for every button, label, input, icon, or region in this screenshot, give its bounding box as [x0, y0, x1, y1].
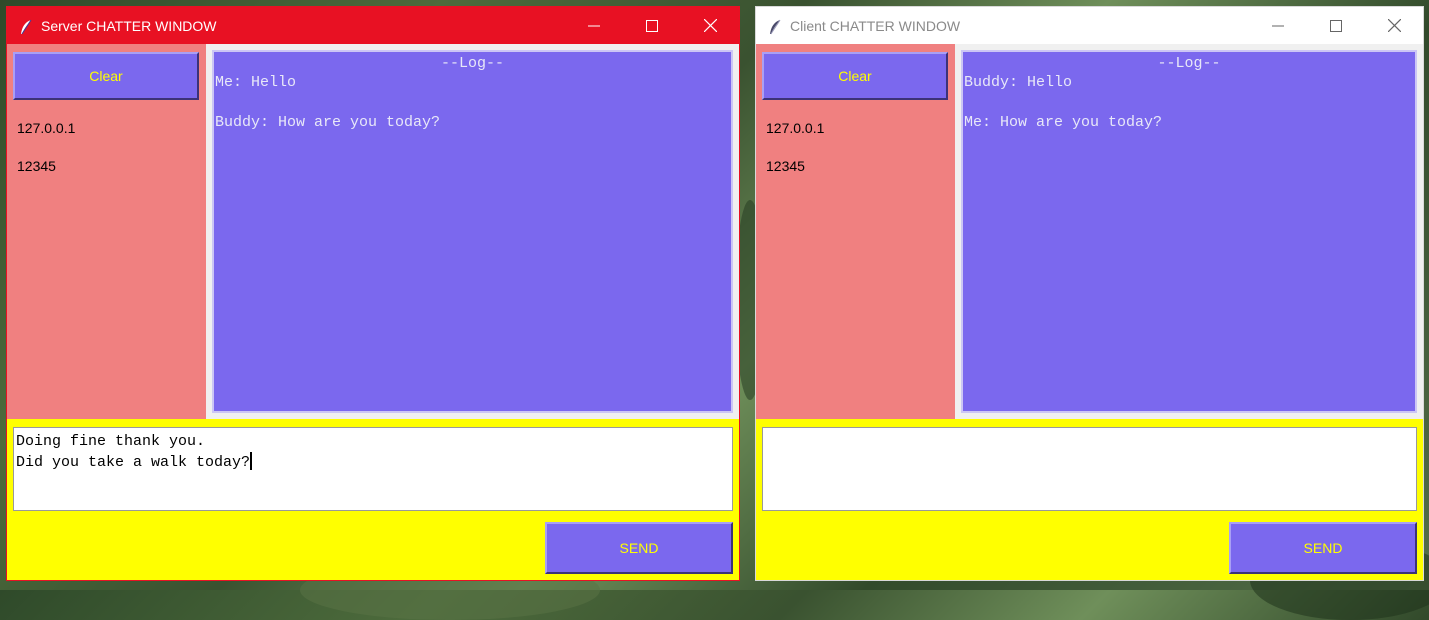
log-line: Me: How are you today?: [964, 114, 1163, 131]
port-number: 12345: [17, 158, 56, 174]
input-line: Did you take a walk today?: [16, 454, 251, 471]
clear-button[interactable]: Clear: [13, 52, 199, 100]
compose-area: SEND: [756, 419, 1423, 580]
ip-address: 127.0.0.1: [766, 120, 825, 136]
log-frame: --Log-- Me: Hello Buddy: How are you tod…: [206, 44, 739, 419]
window-title: Client CHATTER WINDOW: [790, 17, 961, 34]
message-input[interactable]: [762, 427, 1417, 511]
chat-log[interactable]: --Log-- Me: Hello Buddy: How are you tod…: [212, 50, 733, 413]
log-line: Me: Hello: [215, 74, 297, 91]
feather-icon: [19, 19, 33, 34]
maximize-button[interactable]: [623, 7, 681, 44]
minimize-button[interactable]: [565, 7, 623, 44]
window-title: Server CHATTER WINDOW: [41, 17, 217, 34]
send-button[interactable]: SEND: [1229, 522, 1417, 574]
close-icon: [1387, 19, 1401, 32]
chat-log[interactable]: --Log-- Buddy: Hello Me: How are you tod…: [961, 50, 1417, 413]
close-icon: [703, 19, 717, 32]
sidebar: Clear 127.0.0.1 12345: [756, 44, 955, 419]
clear-button[interactable]: Clear: [762, 52, 948, 100]
log-header: --Log--: [440, 55, 504, 72]
sidebar: Clear 127.0.0.1 12345: [7, 44, 206, 419]
feather-icon: [768, 19, 782, 34]
ip-address: 127.0.0.1: [17, 120, 76, 136]
maximize-button[interactable]: [1307, 7, 1365, 44]
message-input[interactable]: Doing fine thank you. Did you take a wal…: [13, 427, 733, 511]
maximize-icon: [646, 19, 658, 32]
send-button[interactable]: SEND: [545, 522, 733, 574]
minimize-icon: [1272, 25, 1284, 26]
text-cursor: [250, 452, 253, 470]
log-line: Buddy: Hello: [964, 74, 1073, 91]
maximize-icon: [1330, 19, 1342, 32]
server-titlebar[interactable]: Server CHATTER WINDOW: [7, 7, 739, 44]
close-button[interactable]: [681, 7, 739, 44]
client-window: Client CHATTER WINDOW Clear 127.0.0.1 12…: [755, 6, 1424, 581]
minimize-icon: [588, 25, 600, 26]
log-header: --Log--: [1157, 55, 1221, 72]
input-line: Doing fine thank you.: [16, 433, 206, 450]
log-frame: --Log-- Buddy: Hello Me: How are you tod…: [955, 44, 1423, 419]
client-titlebar[interactable]: Client CHATTER WINDOW: [756, 7, 1423, 44]
log-line: Buddy: How are you today?: [215, 114, 441, 131]
minimize-button[interactable]: [1249, 7, 1307, 44]
close-button[interactable]: [1365, 7, 1423, 44]
server-window: Server CHATTER WINDOW Clear 127.0.0.1 12…: [6, 6, 740, 581]
compose-area: Doing fine thank you. Did you take a wal…: [7, 419, 739, 580]
port-number: 12345: [766, 158, 805, 174]
